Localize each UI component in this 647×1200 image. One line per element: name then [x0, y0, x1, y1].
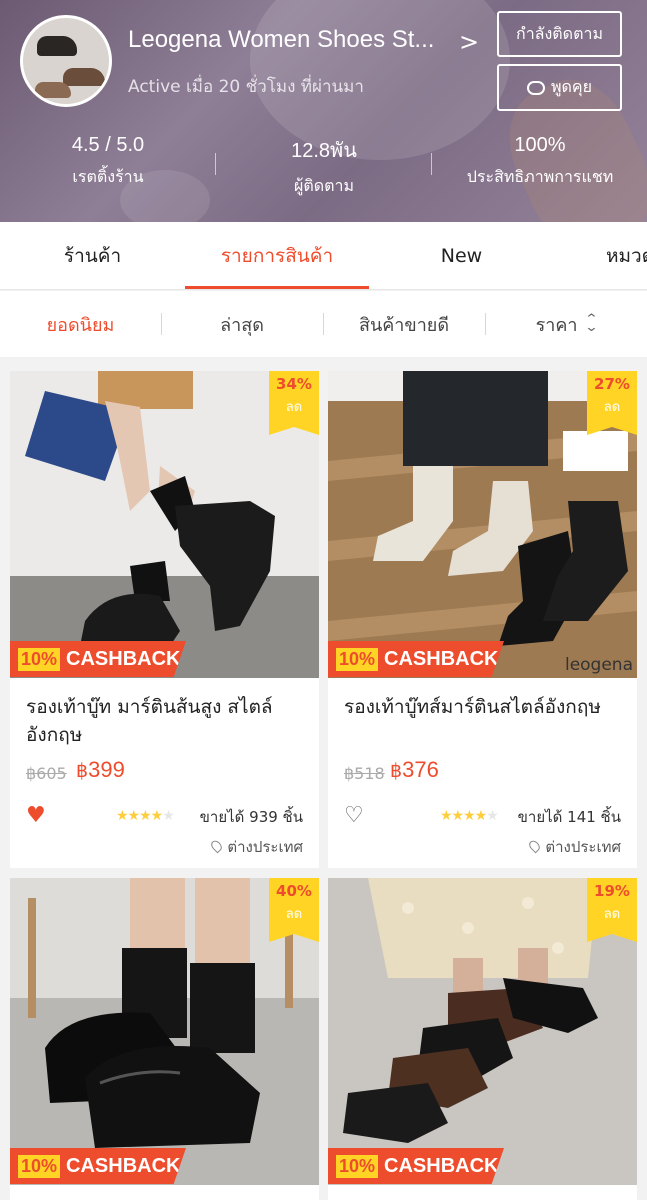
- sort-divider: [161, 313, 162, 335]
- cashback-percent: 10%: [18, 647, 61, 671]
- product-image[interactable]: 34% ลด 10% CASHBACK: [10, 371, 319, 678]
- location-pin-icon: [209, 838, 225, 854]
- location-text: ต่างประเทศ: [545, 838, 621, 856]
- price-value: 399: [88, 757, 125, 782]
- location: ต่างประเทศ: [209, 835, 303, 859]
- discount-label: ลด: [603, 907, 621, 922]
- tab-new[interactable]: New: [369, 222, 554, 289]
- discount-label: ลด: [603, 400, 621, 415]
- discount-badge: 40% ลด: [269, 878, 319, 942]
- stat-divider: [215, 153, 216, 175]
- product-card[interactable]: 19% ลด 10% CASHBACK: [328, 878, 637, 1200]
- stat-followers: 12.8พัน ผู้ติดตาม: [254, 134, 394, 199]
- heart-icon[interactable]: ♥: [26, 803, 46, 828]
- discount-badge: 19% ลด: [587, 878, 637, 942]
- chevron-right-icon[interactable]: >: [459, 28, 479, 56]
- chat-button[interactable]: พูดคุย: [497, 64, 622, 111]
- shop-avatar[interactable]: [20, 15, 112, 107]
- discount-value: 34%: [276, 375, 312, 393]
- active-status: Active เมื่อ 20 ชั่วโมง ที่ผ่านมา: [128, 77, 364, 97]
- stat-chat-performance: 100% ประสิทธิภาพการแชท: [450, 134, 630, 190]
- product-card[interactable]: 40% ลด 10% CASHBACK: [10, 878, 319, 1200]
- stat-divider: [431, 153, 432, 175]
- cashback-badge: 10% CASHBACK: [328, 1148, 504, 1184]
- discount-value: 27%: [594, 375, 630, 393]
- sort-divider: [323, 313, 324, 335]
- original-price: ฿605: [26, 764, 67, 783]
- discount-value: 40%: [276, 882, 312, 900]
- currency-symbol: ฿: [76, 761, 89, 782]
- discount-label: ลด: [285, 400, 303, 415]
- sort-best-selling[interactable]: สินค้าขายดี: [323, 291, 485, 357]
- sale-price: ฿376: [390, 757, 439, 783]
- cashback-percent: 10%: [336, 647, 379, 671]
- chat-icon: [526, 76, 545, 95]
- stat-label: ประสิทธิภาพการแชท: [466, 167, 614, 186]
- product-image[interactable]: 19% ลด 10% CASHBACK: [328, 878, 637, 1185]
- cashback-badge: 10% CASHBACK: [10, 1148, 186, 1184]
- sort-arrows-icon: ⌃ ⌄: [583, 312, 599, 335]
- product-image[interactable]: 40% ลด 10% CASHBACK: [10, 878, 319, 1185]
- heart-icon[interactable]: ♡: [344, 803, 364, 828]
- location-text: ต่างประเทศ: [227, 838, 303, 856]
- stat-value: 12.8พัน: [291, 140, 357, 162]
- product-title[interactable]: รองเท้าบู๊ท มาร์ตินส้นสูง สไตล์อังกฤษ: [26, 693, 306, 749]
- tab-products[interactable]: รายการสินค้า: [185, 222, 369, 289]
- sort-latest[interactable]: ล่าสุด: [161, 291, 323, 357]
- sort-divider: [485, 313, 486, 335]
- product-title[interactable]: รองเท้าบู๊ทส์มาร์ตินสไตล์อังกฤษ: [344, 693, 624, 721]
- cashback-text: CASHBACK: [66, 1154, 181, 1177]
- cashback-percent: 10%: [336, 1154, 379, 1178]
- location: ต่างประเทศ: [527, 835, 621, 859]
- discount-badge: 27% ลด: [587, 371, 637, 435]
- cashback-percent: 10%: [18, 1154, 61, 1178]
- cashback-text: CASHBACK: [384, 647, 499, 670]
- location-pin-icon: [527, 838, 543, 854]
- stat-label: เรตติ้งร้าน: [72, 167, 144, 186]
- sold-count: ขายได้ 939 ชิ้น: [199, 808, 303, 826]
- shop-tabs: ร้านค้า รายการสินค้า New หมวดหมู่: [0, 222, 647, 290]
- active-tab-indicator: [185, 286, 369, 289]
- shop-name[interactable]: Leogena Women Shoes St...: [128, 26, 434, 54]
- price-value: 376: [402, 757, 439, 782]
- tab-categories[interactable]: หมวดหมู่: [606, 222, 647, 289]
- stat-label: ผู้ติดตาม: [293, 176, 355, 195]
- sold-count: ขายได้ 141 ชิ้น: [517, 808, 621, 826]
- cashback-text: CASHBACK: [384, 1154, 499, 1177]
- stat-rating: 4.5 / 5.0 เรตติ้งร้าน: [38, 134, 178, 190]
- product-card[interactable]: 34% ลด 10% CASHBACK รองเท้าบู๊ท มาร์ตินส…: [10, 371, 319, 868]
- discount-value: 19%: [594, 882, 630, 900]
- product-image[interactable]: 27% ลด 10% CASHBACK leogena: [328, 371, 637, 678]
- rating-stars: ★★★★★: [440, 808, 499, 824]
- rating-stars: ★★★★★: [116, 808, 175, 824]
- follow-button-label: กำลังติดตาม: [516, 23, 603, 43]
- discount-badge: 34% ลด: [269, 371, 319, 435]
- discount-label: ลด: [285, 907, 303, 922]
- stat-value: 4.5 / 5.0: [71, 134, 145, 156]
- stat-value: 100%: [514, 134, 566, 156]
- original-price: ฿518: [344, 764, 385, 783]
- tab-shop[interactable]: ร้านค้า: [0, 222, 185, 289]
- cashback-text: CASHBACK: [66, 647, 181, 670]
- chat-button-label: พูดคุย: [550, 77, 592, 96]
- follow-button[interactable]: กำลังติดตาม: [497, 11, 622, 57]
- image-watermark: leogena: [564, 655, 633, 675]
- sort-price-label: ราคา: [535, 314, 578, 336]
- currency-symbol: ฿: [390, 761, 403, 782]
- shop-header: Leogena Women Shoes St... > Active เมื่อ…: [0, 0, 647, 222]
- cashback-badge: 10% CASHBACK: [328, 641, 504, 677]
- sort-price[interactable]: ราคา ⌃ ⌄: [485, 291, 647, 357]
- sale-price: ฿399: [76, 757, 125, 783]
- sort-popular[interactable]: ยอดนิยม: [0, 291, 161, 357]
- product-card[interactable]: 27% ลด 10% CASHBACK leogena รองเท้าบู๊ทส…: [328, 371, 637, 868]
- cashback-badge: 10% CASHBACK: [10, 641, 186, 677]
